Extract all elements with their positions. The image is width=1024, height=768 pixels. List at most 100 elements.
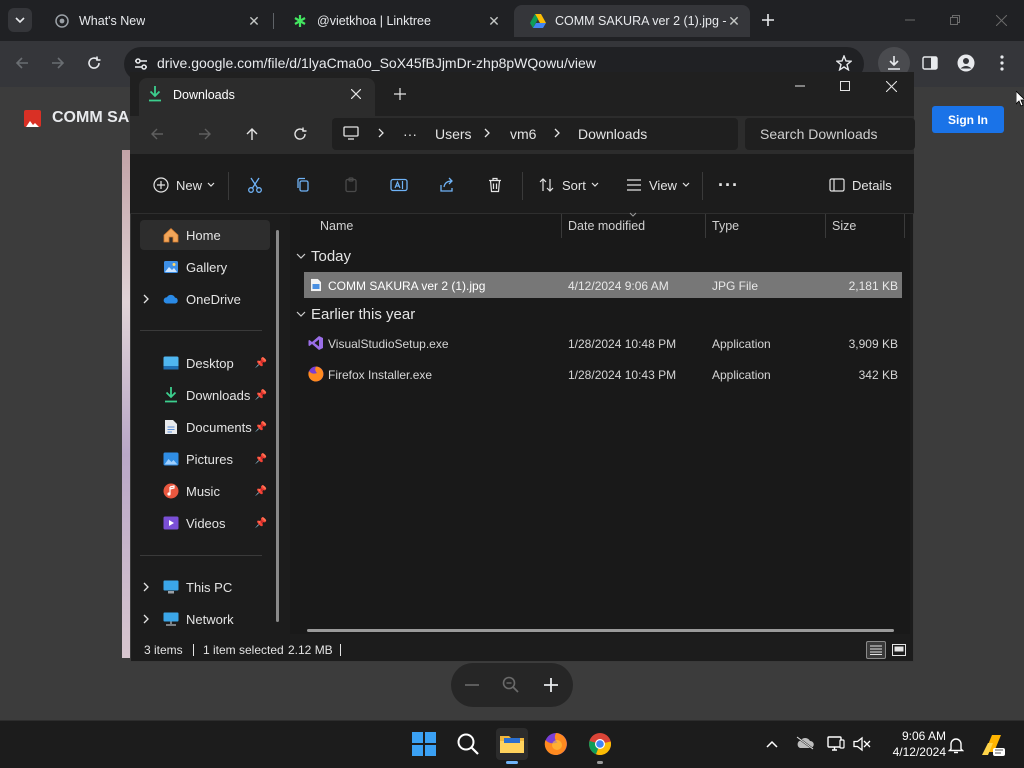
sidebar-item-this-pc[interactable]: This PC (140, 572, 270, 602)
zoom-in-button[interactable] (541, 675, 561, 695)
image-file-icon (310, 278, 322, 292)
show-hidden-icons-button[interactable] (764, 736, 780, 752)
details-view-button[interactable] (866, 641, 886, 659)
sidebar-label: Gallery (186, 259, 228, 275)
chrome-menu-button[interactable] (988, 49, 1016, 77)
column-header-date[interactable]: Date modified (568, 219, 645, 233)
details-pane-button[interactable]: Details (828, 173, 892, 197)
column-divider[interactable] (825, 214, 826, 238)
zoom-out-button[interactable] (462, 675, 482, 695)
more-options-button[interactable]: ··· (718, 173, 739, 197)
column-divider[interactable] (561, 214, 562, 238)
copy-button[interactable] (292, 173, 314, 197)
browser-minimize-button[interactable] (900, 10, 920, 30)
copilot-pre-icon[interactable] (980, 732, 1006, 758)
close-icon[interactable]: ✕ (246, 13, 262, 29)
taskbar-chrome[interactable] (584, 728, 616, 760)
browser-close-button[interactable] (991, 10, 1011, 30)
nav-up-button[interactable] (240, 122, 264, 146)
sidebar-item-network[interactable]: Network (140, 604, 270, 634)
column-divider[interactable] (904, 214, 905, 238)
nav-back-button[interactable] (145, 122, 169, 146)
start-button[interactable] (408, 728, 440, 760)
close-icon[interactable]: ✕ (726, 13, 742, 29)
taskbar-firefox[interactable] (540, 728, 572, 760)
url-text[interactable]: drive.google.com/file/d/1lyaCma0o_SoX45f… (157, 55, 596, 71)
paste-button[interactable] (340, 173, 362, 197)
tab-drive-file[interactable]: COMM SAKURA ver 2 (1).jpg - ✕ (514, 5, 750, 37)
nav-forward-button[interactable] (193, 122, 217, 146)
sidebar-item-gallery[interactable]: Gallery (140, 252, 270, 282)
sidebar-divider (140, 555, 262, 556)
tab-whats-new[interactable]: What's New ✕ (38, 5, 270, 37)
sidebar-item-downloads[interactable]: Downloads (140, 380, 270, 410)
column-header-size[interactable]: Size (832, 219, 856, 233)
site-info-icon[interactable] (132, 55, 150, 73)
notifications-bell-icon[interactable] (948, 736, 966, 754)
taskbar-clock-time[interactable]: 9:06 AM (888, 729, 946, 743)
sidebar-item-home[interactable]: Home (140, 220, 270, 250)
column-header-name[interactable]: Name (320, 219, 353, 233)
profile-button[interactable] (952, 49, 980, 77)
sidebar-item-documents[interactable]: Documents (140, 412, 270, 442)
sidebar-item-pictures[interactable]: Pictures (140, 444, 270, 474)
tab-search-button[interactable] (8, 8, 32, 32)
sidebar-item-desktop[interactable]: Desktop (140, 348, 270, 378)
side-panel-icon (922, 56, 938, 70)
view-button[interactable]: View (623, 173, 690, 197)
display-icon[interactable] (827, 736, 845, 752)
sidebar-label: Desktop (186, 355, 234, 371)
sign-in-button[interactable]: Sign In (932, 106, 1004, 133)
speaker-muted-icon[interactable] (853, 736, 871, 752)
nav-refresh-button[interactable] (288, 122, 312, 146)
gallery-icon (163, 259, 179, 275)
file-type: JPG File (712, 279, 759, 293)
sort-button[interactable]: Sort (536, 173, 599, 197)
explorer-minimize-button[interactable] (790, 76, 810, 96)
chevron-right-icon[interactable] (553, 128, 561, 138)
column-divider[interactable] (705, 214, 706, 238)
explorer-maximize-button[interactable] (835, 76, 855, 96)
chevron-right-icon[interactable] (377, 128, 385, 138)
sidebar-item-onedrive[interactable]: OneDrive (140, 284, 270, 314)
tiles-view-button[interactable] (890, 641, 908, 659)
monitor-icon (343, 126, 359, 140)
breadcrumb-downloads[interactable]: Downloads (578, 126, 647, 142)
side-panel-button[interactable] (916, 49, 944, 77)
plus-circle-icon (150, 174, 172, 196)
new-tab-button[interactable] (392, 86, 408, 102)
close-tab-button[interactable] (348, 86, 364, 102)
cut-button[interactable] (244, 173, 266, 197)
share-button[interactable] (436, 173, 458, 197)
close-icon[interactable]: ✕ (486, 13, 502, 29)
taskbar-file-explorer[interactable] (496, 728, 528, 760)
breadcrumb-vm6[interactable]: vm6 (510, 126, 536, 142)
breadcrumb-users[interactable]: Users (435, 126, 472, 142)
taskbar-clock-date[interactable]: 4/12/2024 (880, 745, 946, 759)
onedrive-offline-icon[interactable] (795, 736, 815, 752)
explorer-close-button[interactable] (881, 76, 901, 96)
new-button[interactable]: New (150, 173, 215, 197)
taskbar-search-button[interactable] (452, 728, 484, 760)
tab-linktree[interactable]: @vietkhoa | Linktree ✕ (276, 5, 510, 37)
rename-button[interactable] (388, 173, 410, 197)
group-collapse-toggle[interactable] (296, 310, 306, 318)
group-collapse-toggle[interactable] (296, 252, 306, 260)
back-button[interactable] (8, 49, 36, 77)
column-header-type[interactable]: Type (712, 219, 739, 233)
reload-button[interactable] (80, 49, 108, 77)
group-header-today[interactable]: Today (311, 248, 351, 265)
zoom-reset-button[interactable] (501, 675, 521, 695)
file-size: 2,181 KB (848, 279, 898, 293)
sidebar-item-videos[interactable]: Videos (140, 508, 270, 538)
sidebar-scrollbar[interactable] (276, 230, 279, 622)
new-tab-button[interactable] (758, 10, 778, 30)
sidebar-item-music[interactable]: Music (140, 476, 270, 506)
browser-restore-button[interactable] (945, 10, 965, 30)
forward-button[interactable] (44, 49, 72, 77)
group-header-earlier[interactable]: Earlier this year (311, 306, 415, 323)
breadcrumb-more[interactable]: ··· (403, 126, 417, 142)
horizontal-scrollbar[interactable] (307, 629, 894, 632)
chevron-right-icon[interactable] (483, 128, 491, 138)
delete-button[interactable] (484, 173, 506, 197)
